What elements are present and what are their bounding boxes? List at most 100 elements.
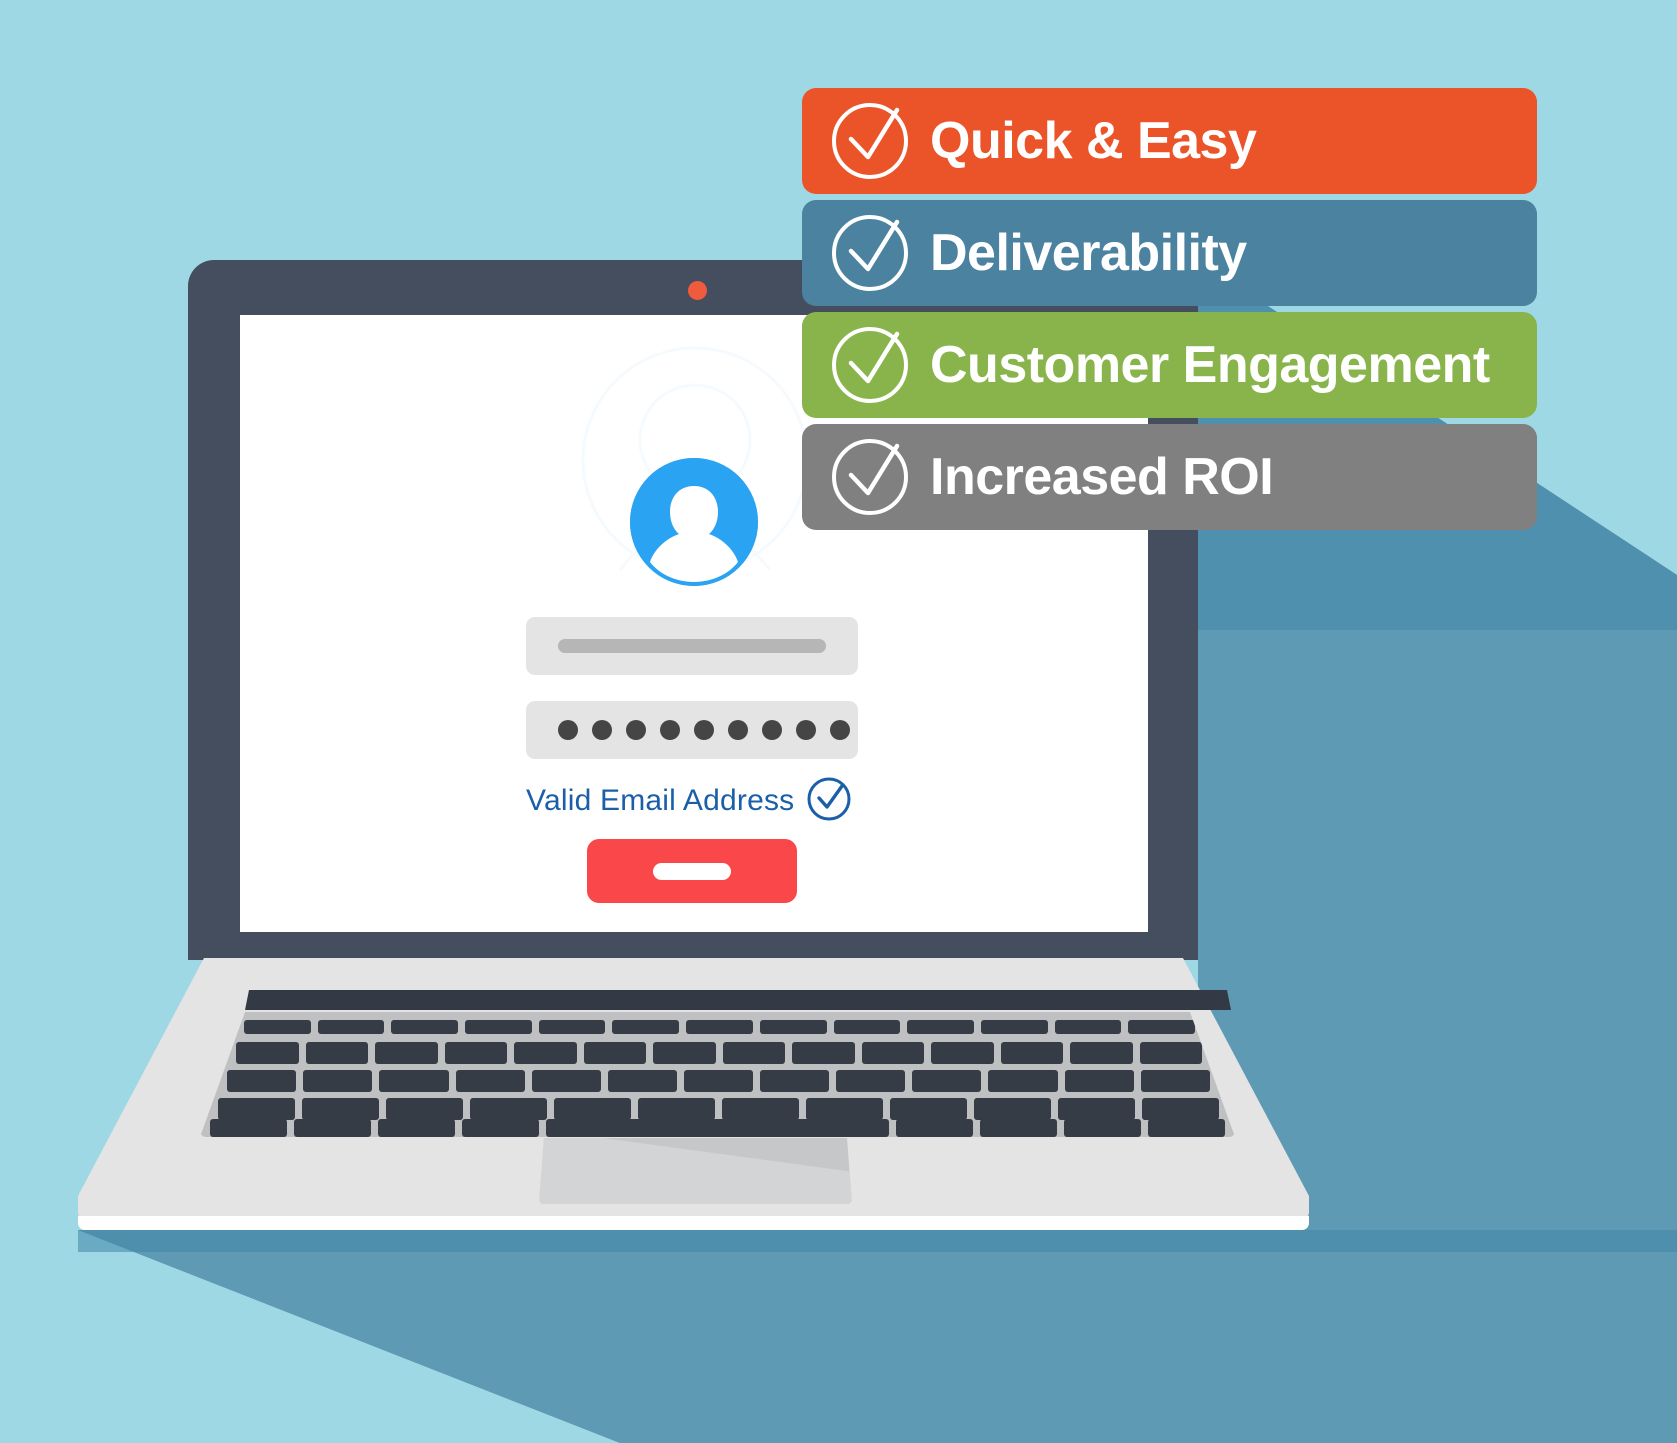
laptop-hinge (245, 990, 1231, 1010)
keyboard-key[interactable] (378, 1119, 456, 1137)
keyboard-row (208, 1119, 1227, 1137)
username-field-bar (558, 639, 826, 653)
password-dot (830, 720, 850, 740)
password-dot (762, 720, 782, 740)
keyboard-key[interactable] (470, 1098, 547, 1120)
keyboard-key[interactable] (1064, 1070, 1134, 1092)
keyboard-row (244, 1020, 1195, 1034)
keyboard (200, 1012, 1235, 1137)
keyboard-key[interactable] (465, 1020, 532, 1034)
keyboard-key[interactable] (546, 1119, 889, 1137)
keyboard-key[interactable] (218, 1098, 295, 1120)
keyboard-key[interactable] (303, 1070, 373, 1092)
check-circle-icon (824, 205, 916, 302)
keyboard-key[interactable] (1142, 1098, 1219, 1120)
keyboard-key[interactable] (638, 1098, 715, 1120)
keyboard-key[interactable] (1128, 1020, 1195, 1034)
keyboard-key[interactable] (305, 1042, 368, 1064)
submit-button[interactable] (587, 839, 797, 903)
keyboard-key[interactable] (386, 1098, 463, 1120)
keyboard-key[interactable] (514, 1042, 577, 1064)
password-dot (592, 720, 612, 740)
keyboard-key[interactable] (653, 1042, 716, 1064)
keyboard-key[interactable] (379, 1070, 449, 1092)
keyboard-key[interactable] (1070, 1042, 1133, 1064)
keyboard-key[interactable] (210, 1119, 288, 1137)
keyboard-key[interactable] (1140, 1070, 1210, 1092)
benefit-banner-label: Deliverability (930, 224, 1247, 282)
keyboard-key[interactable] (227, 1070, 297, 1092)
keyboard-key[interactable] (375, 1042, 438, 1064)
password-dot (796, 720, 816, 740)
keyboard-key[interactable] (931, 1042, 994, 1064)
validation-row: Valid Email Address (526, 776, 866, 827)
keyboard-key[interactable] (833, 1020, 901, 1034)
keyboard-key[interactable] (538, 1020, 606, 1034)
keyboard-key[interactable] (722, 1098, 799, 1120)
keyboard-key[interactable] (391, 1020, 459, 1034)
avatar (630, 458, 758, 586)
keyboard-key[interactable] (722, 1042, 785, 1064)
keyboard-key[interactable] (1139, 1042, 1202, 1064)
keyboard-key[interactable] (979, 1119, 1057, 1137)
keyboard-key[interactable] (912, 1070, 982, 1092)
keyboard-key[interactable] (760, 1070, 830, 1092)
keyboard-key[interactable] (683, 1070, 754, 1092)
password-dot (558, 720, 578, 740)
validation-label: Valid Email Address (526, 784, 795, 817)
keyboard-key[interactable] (607, 1070, 677, 1092)
benefit-banner[interactable]: Increased ROI (802, 424, 1537, 530)
password-dots (558, 701, 850, 759)
keyboard-key[interactable] (1000, 1042, 1063, 1064)
keyboard-key[interactable] (244, 1020, 311, 1034)
keyboard-key[interactable] (462, 1119, 540, 1137)
webcam-icon (688, 281, 707, 300)
keyboard-key[interactable] (907, 1020, 974, 1034)
keyboard-key[interactable] (444, 1042, 507, 1064)
check-circle-icon (806, 776, 852, 827)
keyboard-key[interactable] (583, 1042, 646, 1064)
keyboard-key[interactable] (236, 1042, 299, 1064)
benefit-banner[interactable]: Quick & Easy (802, 88, 1537, 194)
benefit-banner-label: Customer Engagement (930, 336, 1490, 394)
keyboard-key[interactable] (612, 1020, 680, 1034)
keyboard-key[interactable] (531, 1070, 601, 1092)
keyboard-key[interactable] (317, 1020, 385, 1034)
keyboard-key[interactable] (980, 1020, 1048, 1034)
password-dot (660, 720, 680, 740)
keyboard-key[interactable] (1054, 1020, 1122, 1034)
trackpad[interactable] (539, 1138, 852, 1204)
password-field[interactable] (526, 701, 858, 759)
keyboard-key[interactable] (686, 1020, 753, 1034)
keyboard-key[interactable] (806, 1098, 883, 1120)
keyboard-key[interactable] (1058, 1098, 1135, 1120)
keyboard-row (218, 1098, 1219, 1120)
benefit-banner-label: Quick & Easy (930, 112, 1257, 170)
password-dot (626, 720, 646, 740)
keyboard-key[interactable] (759, 1020, 827, 1034)
keyboard-key[interactable] (792, 1042, 855, 1064)
keyboard-key[interactable] (890, 1098, 967, 1120)
keyboard-key[interactable] (1063, 1119, 1141, 1137)
benefit-banner-label: Increased ROI (930, 448, 1274, 506)
keyboard-key[interactable] (302, 1098, 379, 1120)
keyboard-key[interactable] (895, 1119, 973, 1137)
username-field[interactable] (526, 617, 858, 675)
keyboard-key[interactable] (1147, 1119, 1225, 1137)
trackpad-gloss (539, 1138, 852, 1204)
keyboard-key[interactable] (455, 1070, 525, 1092)
check-circle-icon (824, 93, 916, 190)
check-circle-icon (824, 317, 916, 414)
keyboard-key[interactable] (988, 1070, 1058, 1092)
keyboard-key[interactable] (554, 1098, 631, 1120)
laptop-base-lip (78, 1216, 1309, 1230)
submit-bar-icon (653, 863, 731, 880)
keyboard-key[interactable] (294, 1119, 372, 1137)
keyboard-key[interactable] (836, 1070, 906, 1092)
benefit-banner[interactable]: Deliverability (802, 200, 1537, 306)
benefit-banner[interactable]: Customer Engagement (802, 312, 1537, 418)
illustration-canvas: Valid Email Address Quick & Easy Deliver… (0, 0, 1677, 1443)
keyboard-key[interactable] (861, 1042, 924, 1064)
user-avatar-icon (630, 458, 758, 586)
keyboard-key[interactable] (974, 1098, 1051, 1120)
